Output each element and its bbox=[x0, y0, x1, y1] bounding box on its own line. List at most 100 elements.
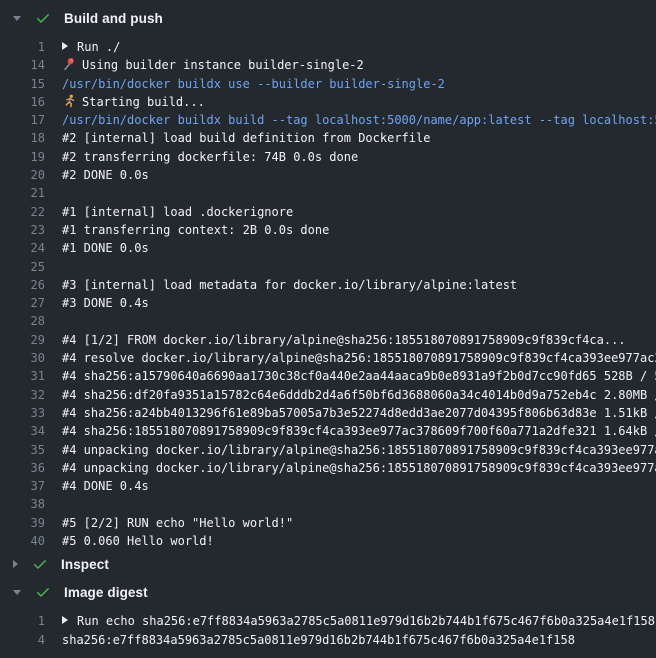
step-log: 1 Run ./ 14 Using builder instance builder-… bbox=[0, 38, 656, 550]
log-text: #2 [internal] load build definition from… bbox=[62, 129, 430, 147]
step-log: 1 Run echo sha256:e7ff8834a5963a2785c5a08… bbox=[0, 612, 656, 649]
log-line: 34 #4 sha256:185518070891758909c9f839cf4c… bbox=[0, 422, 656, 440]
line-number[interactable]: 24 bbox=[0, 239, 45, 257]
log-text: #4 [1/2] FROM docker.io/library/alpine@s… bbox=[62, 331, 626, 349]
line-number[interactable]: 34 bbox=[0, 422, 45, 440]
line-number[interactable]: 25 bbox=[0, 258, 45, 276]
expand-group-icon[interactable] bbox=[62, 616, 68, 624]
step-header-inspect[interactable]: Inspect bbox=[0, 550, 656, 578]
log-line: 16 Starting build... bbox=[0, 93, 656, 111]
log-text: Using builder instance builder-single-2 bbox=[62, 56, 364, 74]
log-line: 25 bbox=[0, 258, 656, 276]
log-text: #4 sha256:df20fa9351a15782c64e6dddb2d4a6… bbox=[62, 386, 656, 404]
log-text: #4 resolve docker.io/library/alpine@sha2… bbox=[62, 349, 656, 367]
runner-icon bbox=[62, 94, 76, 108]
log-line: 35 #4 unpacking docker.io/library/alpine@… bbox=[0, 441, 656, 459]
success-check-icon bbox=[35, 584, 51, 600]
log-text: #3 DONE 0.4s bbox=[62, 294, 149, 312]
line-number[interactable]: 33 bbox=[0, 404, 45, 422]
log-text: #2 transferring dockerfile: 74B 0.0s don… bbox=[62, 148, 358, 166]
log-line: 14 Using builder instance builder-single-… bbox=[0, 56, 656, 74]
log-line: 23#1 transferring context: 2B 0.0s done bbox=[0, 221, 656, 239]
log-text: #2 DONE 0.0s bbox=[62, 166, 149, 184]
line-number[interactable]: 19 bbox=[0, 148, 45, 166]
log-line: 17/usr/bin/docker buildx build --tag loc… bbox=[0, 111, 656, 129]
line-number[interactable]: 40 bbox=[0, 532, 45, 550]
log-text: #4 sha256:185518070891758909c9f839cf4ca3… bbox=[62, 422, 656, 440]
log-line: 20 #2 DONE 0.0s bbox=[0, 166, 656, 184]
line-number[interactable]: 20 bbox=[0, 166, 45, 184]
log-text: #4 unpacking docker.io/library/alpine@sh… bbox=[62, 441, 656, 459]
success-check-icon bbox=[32, 556, 48, 572]
line-number[interactable]: 15 bbox=[0, 75, 45, 93]
log-line: 19 #2 transferring dockerfile: 74B 0.0s d… bbox=[0, 148, 656, 166]
line-number[interactable]: 38 bbox=[0, 495, 45, 513]
line-number[interactable]: 1 bbox=[0, 612, 45, 630]
log-text: Run echo sha256:e7ff8834a5963a2785c5a081… bbox=[62, 612, 655, 630]
log-line: 33 #4 sha256:a24bb4013296f61e89ba57005a7b… bbox=[0, 404, 656, 422]
log-line: 24 #1 DONE 0.0s bbox=[0, 239, 656, 257]
line-number[interactable]: 21 bbox=[0, 184, 45, 202]
line-number[interactable]: 16 bbox=[0, 93, 45, 111]
line-number[interactable]: 14 bbox=[0, 56, 45, 74]
log-line: 31 #4 sha256:a15790640a6690aa1730c38cf0a4… bbox=[0, 367, 656, 385]
log-line: 15/usr/bin/docker buildx use --builder b… bbox=[0, 75, 656, 93]
line-number[interactable]: 23 bbox=[0, 221, 45, 239]
chevron-right-icon[interactable] bbox=[13, 560, 18, 568]
expand-group-icon[interactable] bbox=[62, 42, 68, 50]
log-text: #1 DONE 0.0s bbox=[62, 239, 149, 257]
line-number[interactable]: 36 bbox=[0, 459, 45, 477]
line-number[interactable]: 27 bbox=[0, 294, 45, 312]
line-number[interactable]: 30 bbox=[0, 349, 45, 367]
log-line: 30 #4 resolve docker.io/library/alpine@sh… bbox=[0, 349, 656, 367]
chevron-down-icon[interactable] bbox=[13, 590, 21, 595]
log-text: Starting build... bbox=[62, 93, 205, 111]
line-number[interactable]: 1 bbox=[0, 38, 45, 56]
log-text: /usr/bin/docker buildx build --tag local… bbox=[62, 111, 656, 129]
log-text: #3 [internal] load metadata for docker.i… bbox=[62, 276, 517, 294]
line-number[interactable]: 26 bbox=[0, 276, 45, 294]
log-line: 1 Run ./ bbox=[0, 38, 656, 56]
actions-log-viewer: Build and push 1Run ./14Using builder in… bbox=[0, 0, 656, 658]
log-line: 38 bbox=[0, 495, 656, 513]
line-number[interactable]: 37 bbox=[0, 477, 45, 495]
log-text: /usr/bin/docker buildx use --builder bui… bbox=[62, 75, 445, 93]
line-number[interactable]: 17 bbox=[0, 111, 45, 129]
chevron-down-icon[interactable] bbox=[13, 16, 21, 21]
pushpin-icon bbox=[62, 57, 76, 71]
log-line: 37#4 DONE 0.4s bbox=[0, 477, 656, 495]
line-number[interactable]: 22 bbox=[0, 203, 45, 221]
log-line: 22 #1 [internal] load .dockerignore bbox=[0, 203, 656, 221]
log-line: 29 #4 [1/2] FROM docker.io/library/alpine… bbox=[0, 331, 656, 349]
step-header-image-digest[interactable]: Image digest bbox=[0, 578, 656, 606]
log-line: 27 #3 DONE 0.4s bbox=[0, 294, 656, 312]
step-title: Inspect bbox=[61, 557, 109, 572]
line-number[interactable]: 18 bbox=[0, 129, 45, 147]
line-number[interactable]: 29 bbox=[0, 331, 45, 349]
line-number[interactable]: 4 bbox=[0, 631, 45, 649]
line-number[interactable]: 39 bbox=[0, 514, 45, 532]
step-section-build-and-push: Build and push 1 Run ./ 14 Using builder in… bbox=[0, 4, 656, 550]
line-number[interactable]: 35 bbox=[0, 441, 45, 459]
log-text: #5 [2/2] RUN echo "Hello world!" bbox=[62, 514, 293, 532]
log-line: 39 #5 [2/2] RUN echo "Hello world!" bbox=[0, 514, 656, 532]
log-text: Run ./ bbox=[62, 38, 120, 56]
log-text: #4 sha256:a15790640a6690aa1730c38cf0a440… bbox=[62, 367, 656, 385]
log-line: 32 #4 sha256:df20fa9351a15782c64e6dddb2d4… bbox=[0, 386, 656, 404]
log-line: 18 #2 [internal] load build definition fr… bbox=[0, 129, 656, 147]
log-line: 40 #5 0.060 Hello world! bbox=[0, 532, 656, 550]
line-number[interactable]: 31 bbox=[0, 367, 45, 385]
log-line: 4 sha256:e7ff8834a5963a2785c5a0811e979d16… bbox=[0, 631, 656, 649]
step-section-inspect: Inspect bbox=[0, 550, 656, 578]
log-text: #4 sha256:a24bb4013296f61e89ba57005a7b3e… bbox=[62, 404, 656, 422]
log-text: #5 0.060 Hello world! bbox=[62, 532, 214, 550]
log-text: sha256:e7ff8834a5963a2785c5a0811e979d16b… bbox=[62, 631, 575, 649]
line-number[interactable]: 32 bbox=[0, 386, 45, 404]
log-text: #4 unpacking docker.io/library/alpine@sh… bbox=[62, 459, 656, 477]
line-number[interactable]: 28 bbox=[0, 312, 45, 330]
step-header-build-and-push[interactable]: Build and push bbox=[0, 4, 656, 32]
step-section-image-digest: Image digest 1 Run echo sha256:e7ff8834a5… bbox=[0, 578, 656, 649]
log-line: 36 #4 unpacking docker.io/library/alpine@… bbox=[0, 459, 656, 477]
log-line: 26 #3 [internal] load metadata for docker… bbox=[0, 276, 656, 294]
log-text: #1 [internal] load .dockerignore bbox=[62, 203, 293, 221]
